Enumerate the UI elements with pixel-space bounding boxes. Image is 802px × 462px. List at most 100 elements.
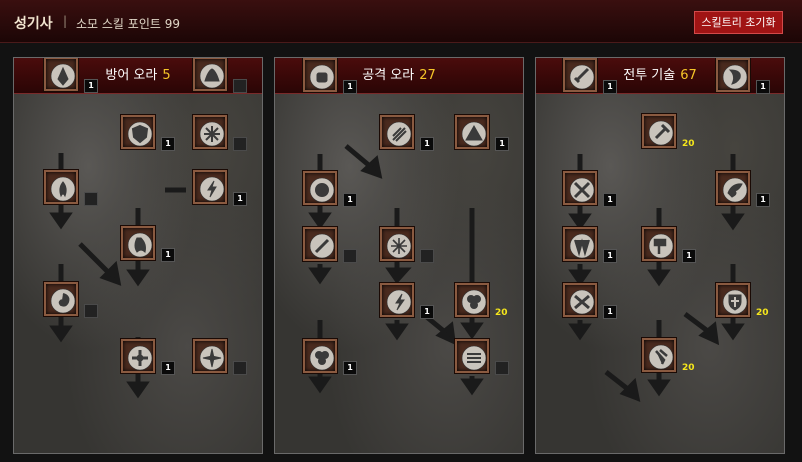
zeal-icon bbox=[569, 233, 595, 259]
sword-icon bbox=[569, 64, 595, 90]
target-aura-icon bbox=[309, 177, 335, 203]
clover-aura-icon bbox=[309, 345, 335, 371]
skill-slot[interactable] bbox=[380, 227, 414, 261]
lightning-aura-icon bbox=[199, 176, 225, 202]
skill-level-badge: 1 bbox=[233, 192, 247, 206]
sun-aura-icon bbox=[461, 289, 487, 315]
class-title: 성기사 bbox=[14, 16, 53, 32]
skill-slot[interactable] bbox=[303, 339, 337, 373]
skill-slot[interactable] bbox=[303, 171, 337, 205]
fist-aura-icon bbox=[309, 64, 335, 90]
ring-aura-icon bbox=[127, 121, 153, 147]
skill-slot[interactable] bbox=[193, 339, 227, 373]
panel-body: 1 1 1 1 1 bbox=[14, 58, 262, 453]
panel-point-count: 67 bbox=[680, 68, 697, 83]
skill-level-badge: 1 bbox=[343, 80, 357, 94]
skill-slot[interactable] bbox=[44, 282, 78, 316]
skill-slot[interactable] bbox=[121, 339, 155, 373]
wheel-aura-icon bbox=[386, 233, 412, 259]
skill-slot[interactable] bbox=[563, 283, 597, 317]
skill-level-badge: 20 bbox=[682, 363, 695, 373]
skill-slot[interactable] bbox=[563, 171, 597, 205]
skill-level-badge bbox=[233, 79, 247, 93]
fist-of-heavens-icon bbox=[648, 344, 674, 370]
charge-icon bbox=[569, 289, 595, 315]
skill-slot[interactable] bbox=[303, 58, 337, 92]
skill-level-badge bbox=[343, 249, 357, 263]
skill-level-badge: 1 bbox=[161, 361, 175, 375]
cross-aura-icon bbox=[127, 345, 153, 371]
skill-level-badge: 1 bbox=[420, 137, 434, 151]
skill-level-badge bbox=[420, 249, 434, 263]
shield-aura-icon bbox=[50, 63, 76, 89]
skill-slot[interactable] bbox=[193, 115, 227, 149]
skill-slot[interactable] bbox=[303, 227, 337, 261]
skill-level-badge bbox=[495, 361, 509, 375]
skill-slot[interactable] bbox=[455, 115, 489, 149]
skill-level-badge: 1 bbox=[603, 80, 617, 94]
skill-slot[interactable] bbox=[563, 58, 597, 92]
triangle-aura-icon bbox=[461, 121, 487, 147]
spiral-aura-icon bbox=[50, 288, 76, 314]
title-separator: | bbox=[63, 14, 68, 28]
skill-slot[interactable] bbox=[716, 58, 750, 92]
skill-level-badge: 1 bbox=[343, 193, 357, 207]
skill-level-badge bbox=[233, 361, 247, 375]
skill-slot[interactable] bbox=[642, 114, 676, 148]
skill-slot[interactable] bbox=[563, 227, 597, 261]
skill-slot[interactable] bbox=[716, 171, 750, 205]
wing-icon bbox=[722, 177, 748, 203]
slash-aura-icon bbox=[309, 233, 335, 259]
skill-level-badge: 1 bbox=[161, 137, 175, 151]
panel-body: 1 1 20 1 1 1 1 1 20 20 bbox=[536, 58, 784, 453]
skill-slot[interactable] bbox=[455, 339, 489, 373]
burst-aura-icon bbox=[386, 289, 412, 315]
skill-level-badge: 1 bbox=[420, 305, 434, 319]
crossed-swords-icon bbox=[569, 177, 595, 203]
reset-skilltree-button[interactable]: 스킬트리 초기화 bbox=[694, 11, 783, 34]
skill-slot[interactable] bbox=[380, 283, 414, 317]
skill-level-badge bbox=[84, 192, 98, 206]
panel-body: 1 1 1 1 1 20 1 bbox=[275, 58, 523, 453]
skill-slot[interactable] bbox=[642, 227, 676, 261]
skill-panel-offensive-auras: 공격 오라 27 1 1 1 1 1 20 1 bbox=[274, 57, 524, 454]
skill-slot[interactable] bbox=[716, 283, 750, 317]
skill-level-badge bbox=[233, 137, 247, 151]
mace-icon bbox=[648, 120, 674, 146]
flame-aura-icon bbox=[50, 176, 76, 202]
skill-level-badge: 1 bbox=[756, 80, 770, 94]
skill-slot[interactable] bbox=[642, 338, 676, 372]
panel-title: 방어 오라 bbox=[105, 68, 158, 83]
skill-slot[interactable] bbox=[121, 115, 155, 149]
skill-level-badge: 20 bbox=[756, 308, 769, 318]
skill-panel-combat-skills: 전투 기술 67 1 1 20 1 1 1 1 1 20 20 bbox=[535, 57, 785, 454]
skill-slot[interactable] bbox=[121, 226, 155, 260]
skill-slot[interactable] bbox=[44, 170, 78, 204]
skill-level-badge: 1 bbox=[603, 305, 617, 319]
skill-level-badge: 20 bbox=[495, 308, 508, 318]
skill-slot[interactable] bbox=[380, 115, 414, 149]
skill-slot[interactable] bbox=[193, 170, 227, 204]
skill-level-badge: 1 bbox=[756, 193, 770, 207]
skill-level-badge: 20 bbox=[682, 139, 695, 149]
water-aura-icon bbox=[127, 232, 153, 258]
panel-title: 공격 오라 bbox=[362, 68, 415, 83]
skill-slot[interactable] bbox=[44, 58, 78, 91]
skill-link-lines bbox=[568, 154, 745, 402]
panel-point-count: 27 bbox=[419, 68, 436, 83]
skill-slot[interactable] bbox=[455, 283, 489, 317]
panel-title: 전투 기술 bbox=[623, 68, 676, 83]
hammer-icon bbox=[648, 233, 674, 259]
skill-level-badge: 1 bbox=[343, 361, 357, 375]
skill-level-badge: 1 bbox=[161, 248, 175, 262]
top-bar: 성기사 | 소모 스킬 포인트 99 스킬트리 초기화 bbox=[0, 0, 802, 43]
panel-point-count: 5 bbox=[162, 68, 171, 83]
frost-aura-icon bbox=[199, 121, 225, 147]
holy-fire-icon bbox=[199, 63, 225, 89]
skill-level-badge: 1 bbox=[603, 193, 617, 207]
compass-aura-icon bbox=[199, 345, 225, 371]
skill-slot[interactable] bbox=[193, 58, 227, 91]
holy-shield-icon bbox=[722, 289, 748, 315]
skill-panel-defensive-auras: 방어 오라 5 1 1 1 1 1 bbox=[13, 57, 263, 454]
skill-level-badge: 1 bbox=[682, 249, 696, 263]
